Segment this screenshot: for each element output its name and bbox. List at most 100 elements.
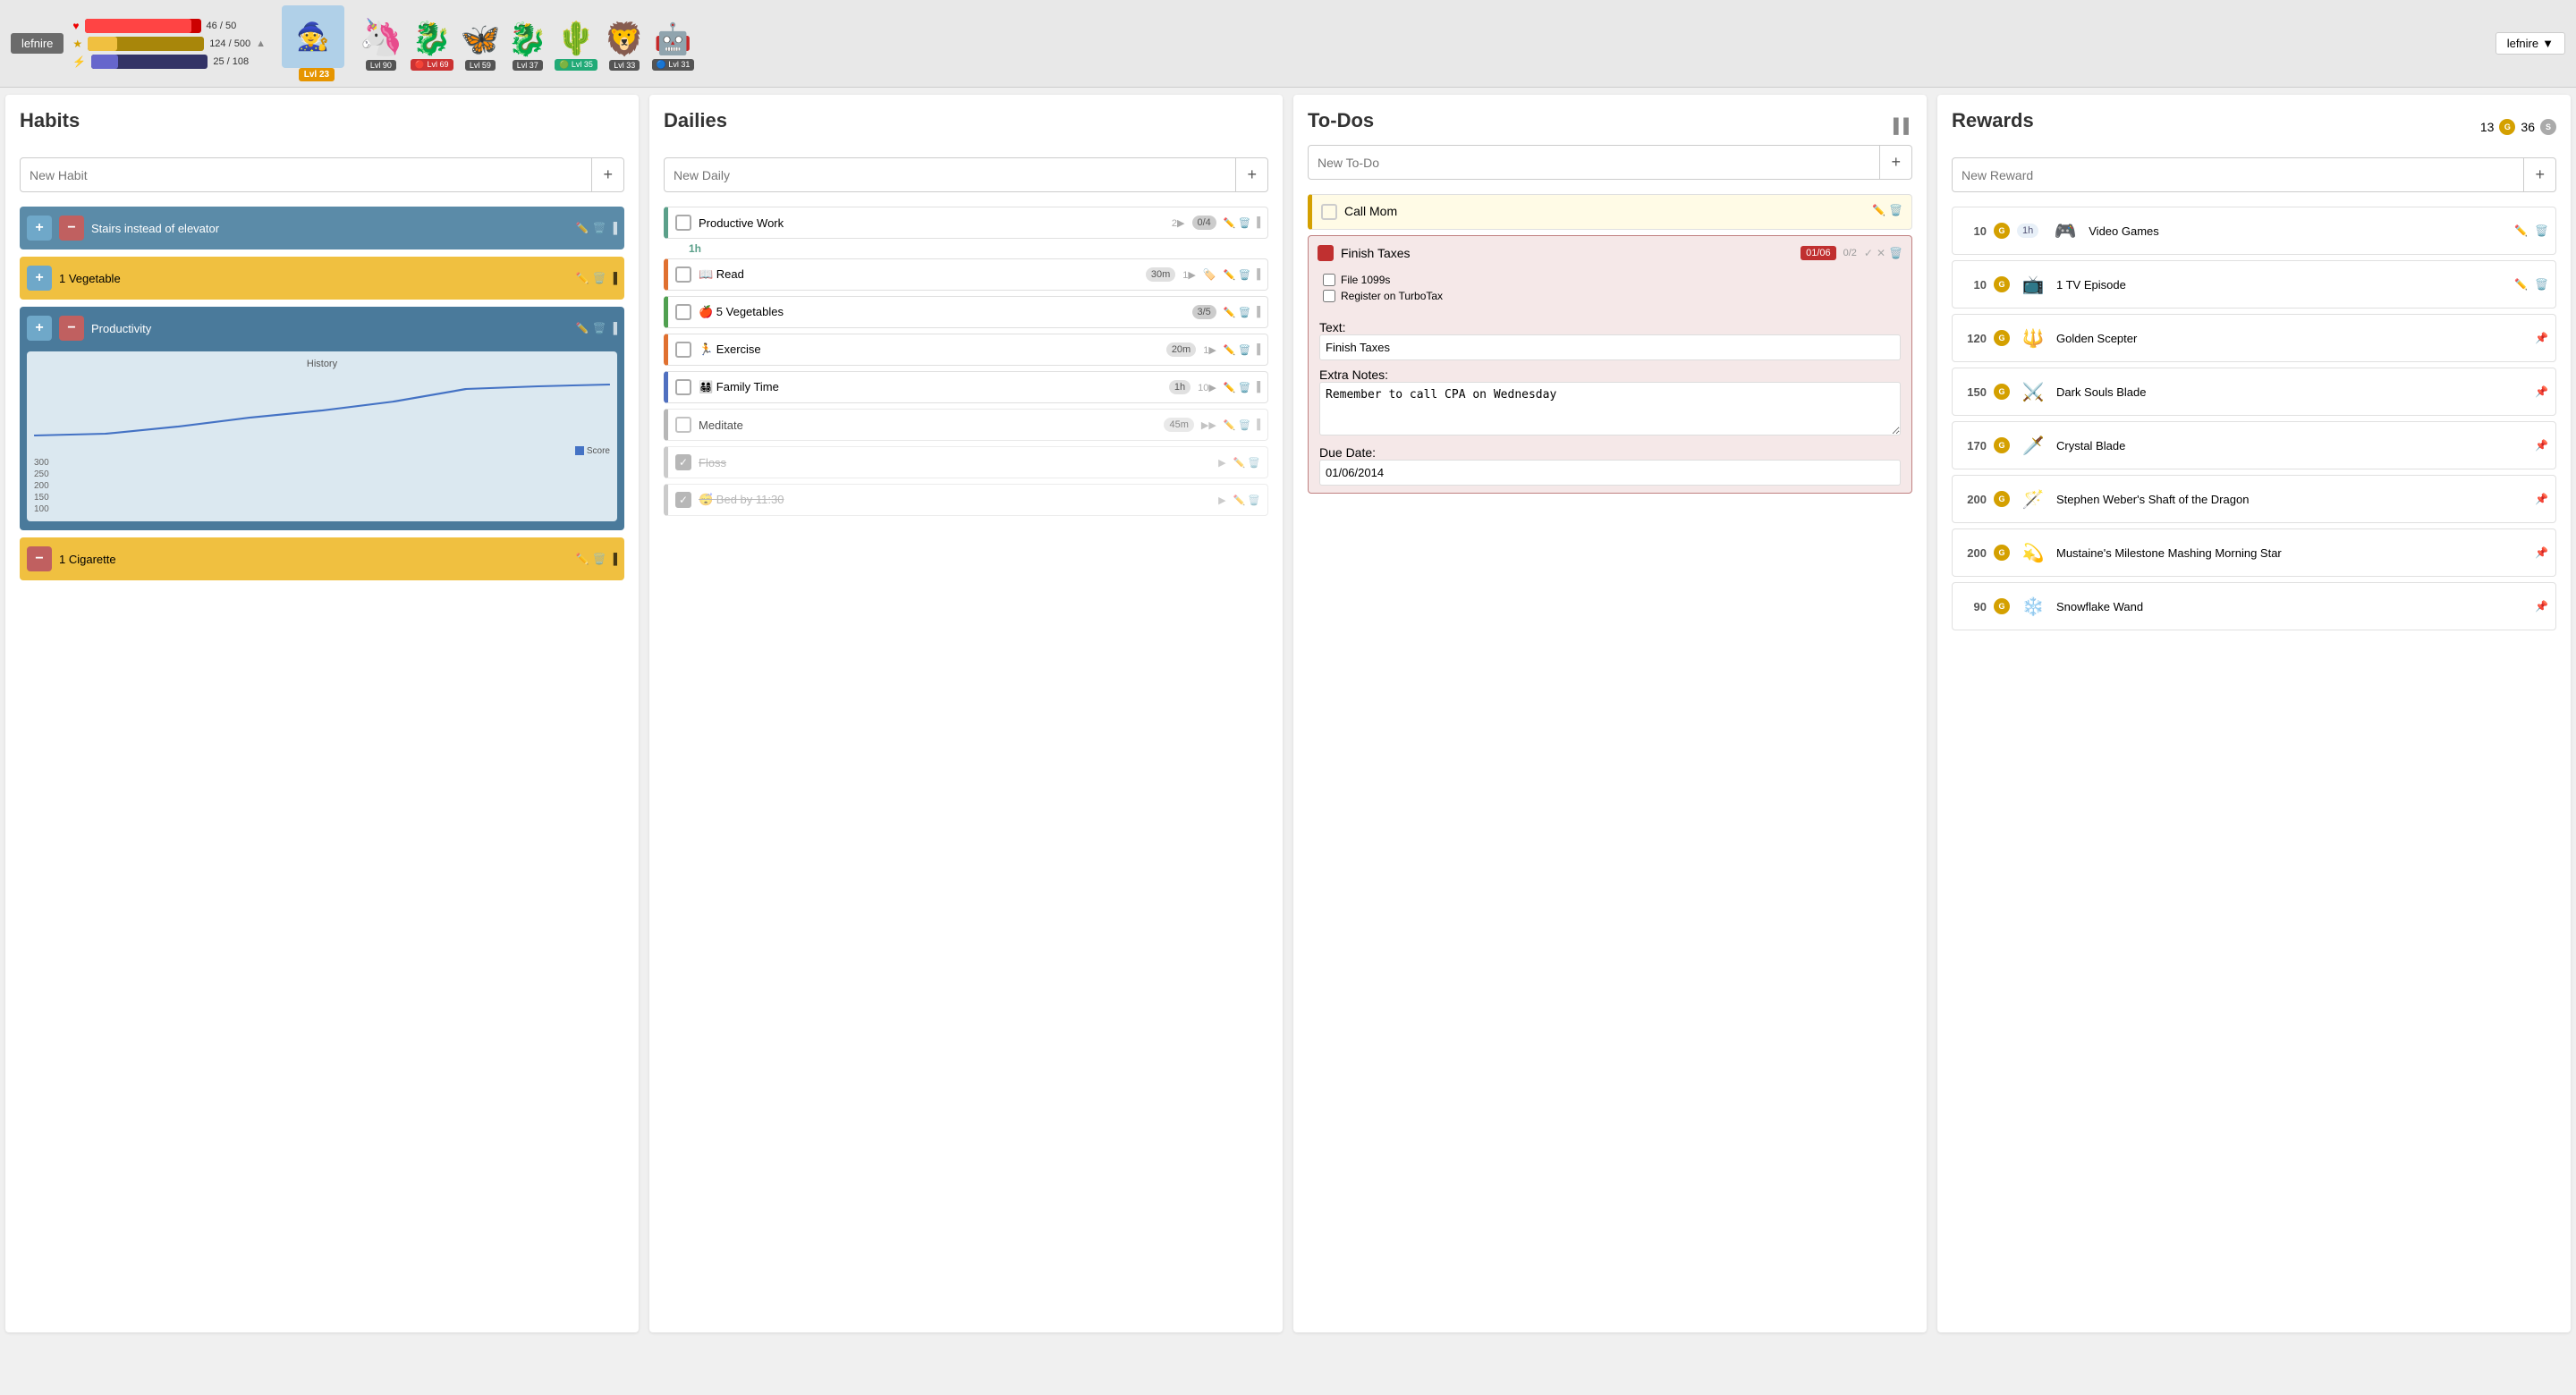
- delete-icon-vegetable[interactable]: 🗑️: [593, 272, 606, 284]
- delete-reward-tv-episode[interactable]: 🗑️: [2535, 278, 2548, 291]
- delete-read-icon[interactable]: 🗑️: [1239, 269, 1251, 281]
- check-taxes-icon[interactable]: ✓: [1864, 247, 1873, 259]
- stats-area: ♥ 46 / 50 ★ 124 / 500 ▲ ⚡ 25 / 108: [72, 19, 266, 69]
- pin-reward-golden-scepter[interactable]: 📌: [2535, 332, 2548, 344]
- header: lefnire ♥ 46 / 50 ★ 124 / 500 ▲ ⚡ 25 / 1…: [0, 0, 2576, 88]
- todo-due-input[interactable]: [1319, 460, 1901, 486]
- chart-icon-productivity[interactable]: ▐: [609, 322, 617, 334]
- new-habit-input[interactable]: [21, 161, 591, 190]
- daily-streak-read: 1▶: [1182, 269, 1196, 281]
- pin-reward-crystal-blade[interactable]: 📌: [2535, 439, 2548, 452]
- habit-name-stairs: Stairs instead of elevator: [91, 222, 569, 235]
- edit-icon-vegetable[interactable]: ✏️: [576, 272, 589, 284]
- delete-reward-video-games[interactable]: 🗑️: [2535, 224, 2548, 237]
- habit-actions-stairs: ✏️ 🗑️ ▐: [576, 222, 617, 234]
- edit-icon-productivity[interactable]: ✏️: [576, 322, 589, 334]
- pet-5-sprite: 🌵: [556, 20, 597, 57]
- edit-callmom-icon[interactable]: ✏️: [1872, 204, 1885, 216]
- delete-med-icon[interactable]: 🗑️: [1239, 419, 1251, 431]
- chart-read-icon[interactable]: ▐: [1253, 269, 1260, 281]
- delete-callmom-icon[interactable]: 🗑️: [1889, 204, 1902, 216]
- delete-icon-cigarette[interactable]: 🗑️: [593, 553, 606, 565]
- daily-checkbox-exercise[interactable]: [675, 342, 691, 358]
- daily-streak-meditate: ▶▶: [1201, 419, 1216, 431]
- pet-1-sprite: 🦄: [359, 16, 403, 58]
- edit-icon-cigarette[interactable]: ✏️: [576, 553, 589, 565]
- edit-taxes-icon[interactable]: 🗑️: [1889, 247, 1902, 259]
- chart-icon-stairs[interactable]: ▐: [609, 222, 617, 234]
- delete-fam-icon[interactable]: 🗑️: [1239, 382, 1251, 393]
- habit-plus-vegetable[interactable]: +: [27, 266, 52, 291]
- delete-ex-icon[interactable]: 🗑️: [1239, 344, 1251, 356]
- habit-minus-productivity[interactable]: −: [59, 316, 84, 341]
- pin-reward-snowflake-wand[interactable]: 📌: [2535, 600, 2548, 613]
- chart-ex-icon[interactable]: ▐: [1253, 344, 1260, 356]
- daily-actions-productive-work: ✏️ 🗑️ ▐: [1224, 217, 1260, 229]
- delete-bed-icon[interactable]: 🗑️: [1248, 495, 1260, 506]
- edit-fam-icon[interactable]: ✏️: [1224, 382, 1236, 393]
- user-menu[interactable]: lefnire ▼: [2496, 32, 2565, 55]
- daily-checkbox-family[interactable]: [675, 379, 691, 395]
- chart-icon-cigarette[interactable]: ▐: [609, 553, 617, 565]
- subtask-checkbox-1099s[interactable]: [1323, 274, 1335, 286]
- todo-checkbox-call-mom[interactable]: [1321, 204, 1337, 220]
- todo-checkbox-finish-taxes[interactable]: [1318, 245, 1334, 261]
- daily-checkbox-vegetables[interactable]: [675, 304, 691, 320]
- reward-item-snowflake-wand: 90 G ❄️ Snowflake Wand 📌: [1952, 582, 2556, 630]
- habit-minus-cigarette[interactable]: −: [27, 546, 52, 571]
- pin-reward-shaft-dragon[interactable]: 📌: [2535, 493, 2548, 505]
- reward-gold-coin-golden-scepter: G: [1994, 330, 2010, 346]
- subtask-checkbox-turbotax[interactable]: [1323, 290, 1335, 302]
- delete-floss-icon[interactable]: 🗑️: [1248, 457, 1260, 469]
- daily-checkbox-read[interactable]: [675, 266, 691, 283]
- new-daily-input[interactable]: [665, 161, 1235, 190]
- delete-icon-stairs[interactable]: 🗑️: [593, 222, 606, 234]
- edit-reward-video-games[interactable]: ✏️: [2514, 224, 2528, 237]
- delete-icon-productivity[interactable]: 🗑️: [593, 322, 606, 334]
- habit-plus-productivity[interactable]: +: [27, 316, 52, 341]
- todo-notes-input[interactable]: Remember to call CPA on Wednesday: [1319, 382, 1901, 435]
- add-todo-button[interactable]: +: [1879, 146, 1911, 179]
- daily-checkbox-productive-work[interactable]: [675, 215, 691, 231]
- pin-reward-morning-star[interactable]: 📌: [2535, 546, 2548, 559]
- pin-reward-dark-souls-blade[interactable]: 📌: [2535, 385, 2548, 398]
- daily-checkbox-meditate[interactable]: [675, 417, 691, 433]
- delete-taxes-icon[interactable]: ✕: [1877, 247, 1885, 259]
- daily-streak-productive-work: 2▶: [1172, 217, 1185, 229]
- habit-minus-stairs[interactable]: −: [59, 216, 84, 241]
- daily-item-exercise: 🏃 Exercise 20m 1▶ ✏️ 🗑️ ▐: [664, 334, 1268, 366]
- edit-ex-icon[interactable]: ✏️: [1224, 344, 1236, 356]
- user-label[interactable]: lefnire: [11, 33, 64, 54]
- chart-icon-vegetable[interactable]: ▐: [609, 272, 617, 284]
- edit-bed-icon[interactable]: ✏️: [1233, 495, 1246, 506]
- habit-plus-stairs[interactable]: +: [27, 216, 52, 241]
- daily-checkbox-bed[interactable]: ✓: [675, 492, 691, 508]
- edit-veg-icon[interactable]: ✏️: [1224, 307, 1236, 318]
- edit-med-icon[interactable]: ✏️: [1224, 419, 1236, 431]
- edit-reward-tv-episode[interactable]: ✏️: [2514, 278, 2528, 291]
- chart-todos-button[interactable]: ▐▐: [1885, 117, 1912, 137]
- notes-label: Extra Notes:: [1319, 368, 1388, 382]
- delete-daily-icon[interactable]: 🗑️: [1239, 217, 1251, 229]
- add-daily-button[interactable]: +: [1235, 158, 1267, 191]
- reward-name-dark-souls-blade: Dark Souls Blade: [2056, 385, 2528, 399]
- chart-med-icon[interactable]: ▐: [1253, 419, 1260, 431]
- todo-text-input[interactable]: [1319, 334, 1901, 360]
- edit-floss-icon[interactable]: ✏️: [1233, 457, 1246, 469]
- daily-checkbox-floss[interactable]: ✓: [675, 454, 691, 470]
- pet-7-sprite: 🤖: [654, 21, 691, 57]
- chart-veg-icon[interactable]: ▐: [1253, 307, 1260, 318]
- add-habit-button[interactable]: +: [591, 158, 623, 191]
- edit-daily-icon[interactable]: ✏️: [1224, 217, 1236, 229]
- delete-veg-icon[interactable]: 🗑️: [1239, 307, 1251, 318]
- edit-icon-stairs[interactable]: ✏️: [576, 222, 589, 234]
- xp-bar-bg: [88, 37, 204, 51]
- new-todo-input[interactable]: [1309, 148, 1879, 177]
- new-reward-input[interactable]: [1953, 161, 2523, 190]
- chart-fam-icon[interactable]: ▐: [1253, 382, 1260, 393]
- chart-daily-icon[interactable]: ▐: [1253, 217, 1260, 229]
- reward-item-tv-episode: 10 G 📺 1 TV Episode ✏️ 🗑️: [1952, 260, 2556, 309]
- add-reward-button[interactable]: +: [2523, 158, 2555, 191]
- edit-read-icon[interactable]: ✏️: [1224, 269, 1236, 281]
- xp-text: 124 / 500: [209, 38, 250, 49]
